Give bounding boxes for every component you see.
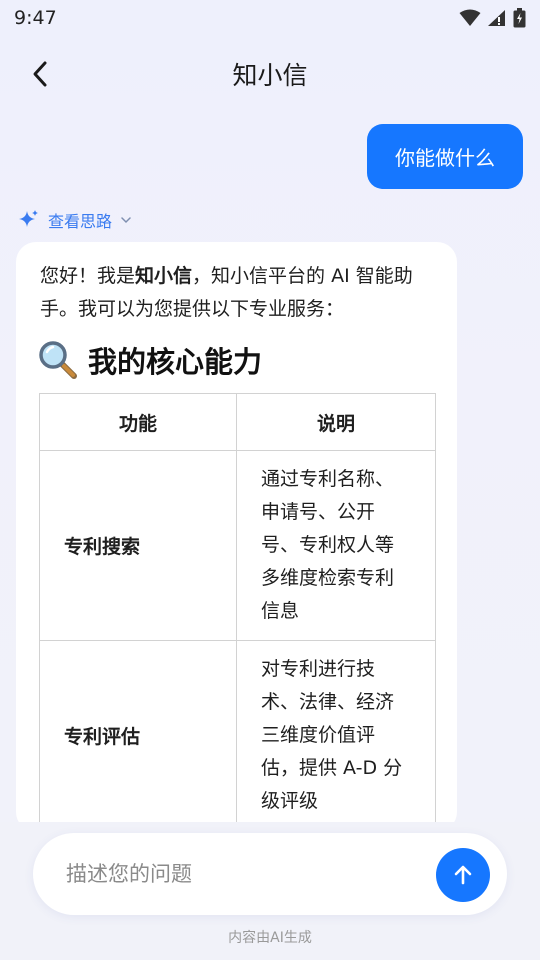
ai-disclaimer: 内容由AI生成 xyxy=(228,930,312,946)
status-time: 9:47 xyxy=(14,7,57,29)
battery-icon xyxy=(513,8,526,28)
assistant-name: 知小信 xyxy=(135,265,193,287)
arrow-up-icon xyxy=(454,865,472,885)
wifi-icon xyxy=(459,9,481,26)
page-title: 知小信 xyxy=(232,61,308,90)
app-header: 知小信 xyxy=(0,44,540,104)
signal-icon xyxy=(488,10,505,26)
user-message-text: 你能做什么 xyxy=(395,146,495,170)
status-icons xyxy=(459,8,526,28)
chevron-left-icon xyxy=(33,61,47,87)
capability-table: 功能 说明 专利搜索 通过专利名称、申请号、公开号、专利权人等多维度检索专利信息… xyxy=(39,393,436,831)
assistant-answer-card: 您好！我是知小信，知小信平台的 AI 智能助手。我可以为您提供以下专业服务： 我… xyxy=(16,242,457,832)
question-input[interactable] xyxy=(66,853,406,895)
section-heading: 我的核心能力 xyxy=(38,338,262,382)
table-row: 专利搜索 通过专利名称、申请号、公开号、专利权人等多维度检索专利信息 xyxy=(39,450,436,641)
sparkle-icon xyxy=(19,210,38,227)
table-header-function: 功能 xyxy=(39,393,237,451)
table-header-row: 功能 说明 xyxy=(39,393,436,451)
view-thinking-toggle[interactable]: 查看思路 xyxy=(18,206,132,234)
magnifier-icon xyxy=(39,341,77,379)
back-button[interactable] xyxy=(22,56,58,92)
status-bar: 9:47 xyxy=(0,0,540,36)
view-thinking-label: 查看思路 xyxy=(48,212,113,231)
function-cell: 专利评估 xyxy=(39,640,237,831)
chevron-down-icon xyxy=(121,217,131,224)
chat-input-bar xyxy=(33,833,507,915)
user-message-bubble: 你能做什么 xyxy=(367,124,523,189)
intro-prefix: 您好！我是 xyxy=(40,265,136,287)
send-button[interactable] xyxy=(436,848,490,902)
answer-intro: 您好！我是知小信，知小信平台的 AI 智能助手。我可以为您提供以下专业服务： xyxy=(40,260,435,326)
description-cell: 通过专利名称、申请号、公开号、专利权人等多维度检索专利信息 xyxy=(236,450,436,641)
table-row: 专利评估 对专利进行技术、法律、经济三维度价值评估，提供 A-D 分级评级 xyxy=(39,640,436,831)
description-cell: 对专利进行技术、法律、经济三维度价值评估，提供 A-D 分级评级 xyxy=(236,640,436,831)
section-title: 我的核心能力 xyxy=(88,345,263,379)
function-cell: 专利搜索 xyxy=(39,450,237,641)
table-header-description: 说明 xyxy=(236,393,436,451)
